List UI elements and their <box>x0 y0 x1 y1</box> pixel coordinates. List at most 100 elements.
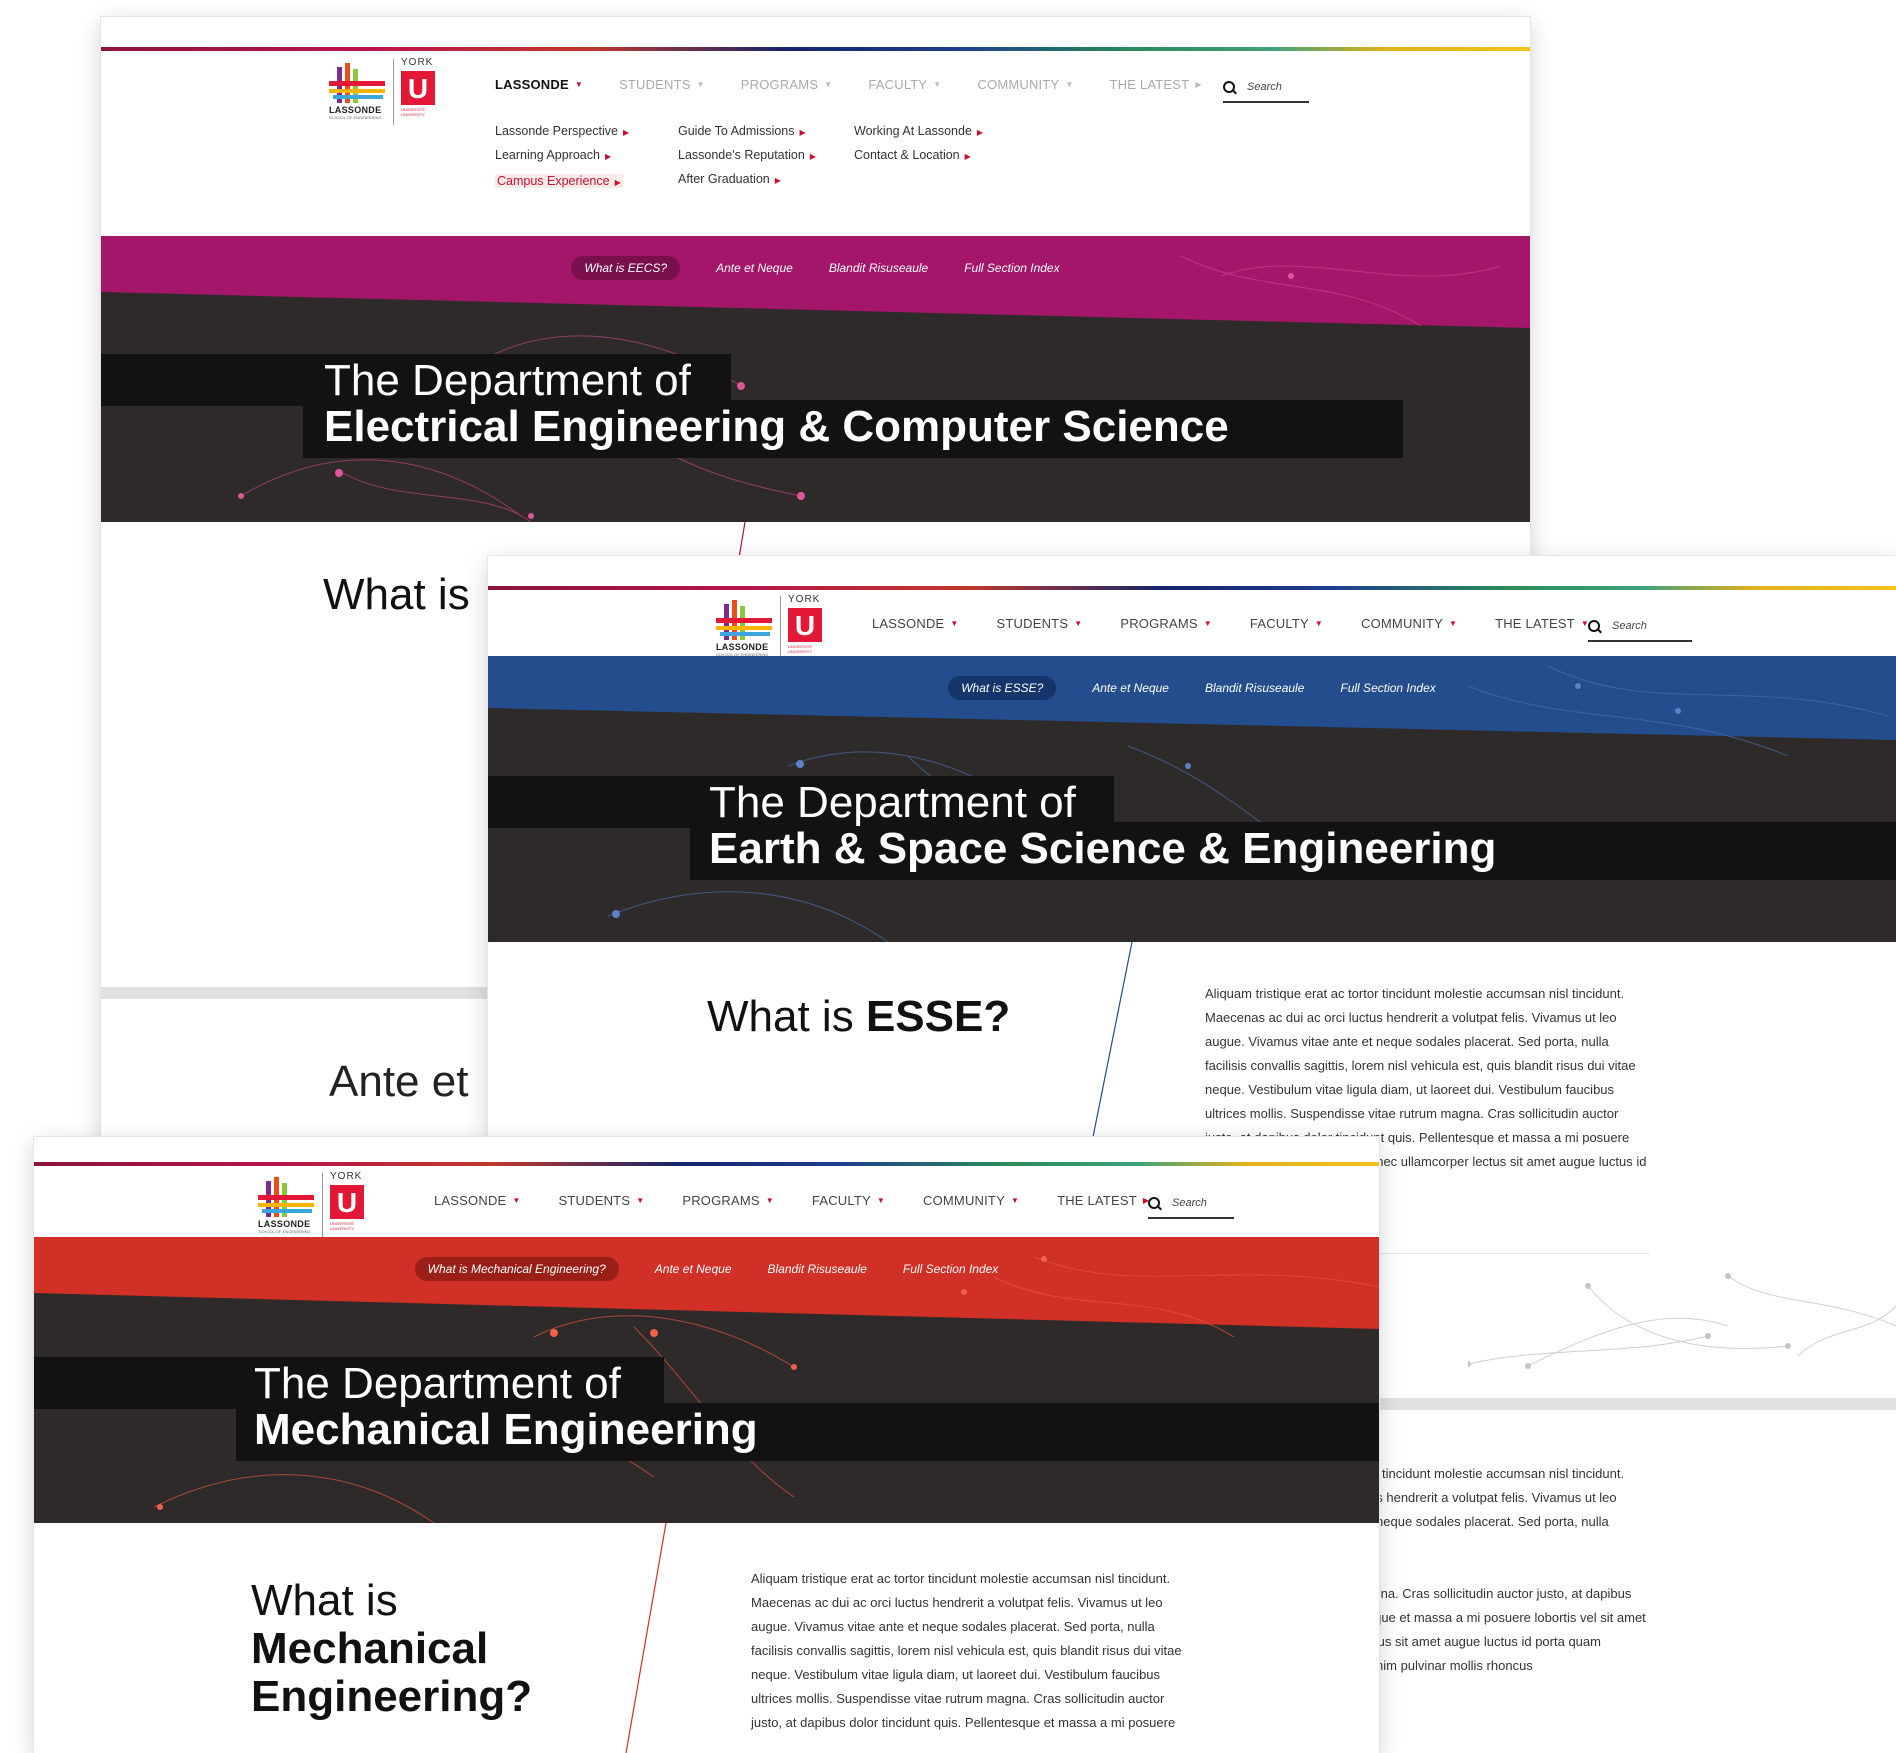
nav-label: COMMUNITY <box>1360 616 1443 631</box>
menu-contact-location[interactable]: Contact & Location ▶ <box>854 148 1004 162</box>
menu-lassondes-reputation[interactable]: Lassonde's Reputation ▶ <box>678 148 854 162</box>
nav-students[interactable]: STUDENTS ▼ <box>619 77 705 92</box>
lassonde-mega-menu: Lassonde Perspective ▶ Guide To Admission… <box>495 124 1004 190</box>
york-wordmark: YORK <box>330 1171 363 1182</box>
subnav-full-section-index[interactable]: Full Section Index <box>903 1262 998 1276</box>
what-is-prefix: What is <box>707 992 854 1041</box>
nav-community[interactable]: COMMUNITY ▼ <box>923 1193 1019 1208</box>
nav-the-latest[interactable]: THE LATEST ▶ <box>1057 1193 1149 1208</box>
menu-campus-experience[interactable]: Campus Experience ▶ <box>495 174 623 188</box>
subnav-what-is-mechanical[interactable]: What is Mechanical Engineering? <box>414 1257 619 1281</box>
arrow-right-icon: ▶ <box>604 152 612 161</box>
nav-label: STUDENTS <box>996 616 1069 631</box>
nav-label: FACULTY <box>811 1193 871 1208</box>
mech-title-main: Mechanical Engineering <box>254 1405 758 1454</box>
search-field[interactable]: Search <box>1588 612 1692 642</box>
nav-programs[interactable]: PROGRAMS ▼ <box>682 1193 774 1208</box>
search-field[interactable]: Search <box>1223 73 1309 103</box>
nav-community[interactable]: COMMUNITY ▼ <box>1361 616 1457 631</box>
caret-down-icon: ▼ <box>574 80 583 89</box>
lassonde-subtext: SCHOOL OF ENGINEERING <box>329 115 382 120</box>
menu-after-graduation[interactable]: After Graduation ▶ <box>678 172 854 190</box>
nav-label: STUDENTS <box>558 1193 631 1208</box>
search-field[interactable]: Search <box>1148 1189 1234 1219</box>
mech-page-window: LASSONDE SCHOOL OF ENGINEERING YORK U UN… <box>34 1137 1379 1753</box>
subnav-ante-et-neque[interactable]: Ante et Neque <box>1092 681 1169 695</box>
caret-down-icon: ▼ <box>512 1196 521 1205</box>
search-placeholder: Search <box>1247 81 1282 93</box>
nav-lassonde[interactable]: LASSONDE ▼ <box>434 1193 521 1208</box>
subnav-blandit-risuseaule[interactable]: Blandit Risuseaule <box>829 261 928 275</box>
network-decoration <box>1468 1273 1896 1369</box>
lassonde-wordmark: LASSONDE <box>258 1219 311 1229</box>
nav-label: LASSONDE <box>495 77 569 92</box>
lassonde-mark-icon <box>716 600 772 640</box>
arrow-right-icon: ▶ <box>976 128 984 137</box>
nav-lassonde[interactable]: LASSONDE ▼ <box>495 77 583 92</box>
menu-working-at-lassonde[interactable]: Working At Lassonde ▶ <box>854 124 1004 138</box>
nav-programs[interactable]: PROGRAMS ▼ <box>1120 616 1212 631</box>
nav-faculty[interactable]: FACULTY ▼ <box>1250 616 1323 631</box>
subnav-full-section-index[interactable]: Full Section Index <box>1340 681 1435 695</box>
arrow-right-icon: ▶ <box>799 128 806 137</box>
nav-the-latest[interactable]: THE LATEST ▼ <box>1495 616 1589 631</box>
main-nav: LASSONDE ▼ STUDENTS ▼ PROGRAMS ▼ FACULTY ▼ C… <box>495 77 1202 92</box>
search-icon <box>1148 1197 1160 1209</box>
nav-lassonde[interactable]: LASSONDE ▼ <box>872 616 959 631</box>
subnav-ante-et-neque[interactable]: Ante et Neque <box>716 261 793 275</box>
search-icon <box>1223 81 1235 93</box>
nav-label: THE LATEST <box>1109 77 1190 92</box>
caret-down-icon: ▼ <box>1074 619 1083 628</box>
nav-community[interactable]: COMMUNITY ▼ <box>977 77 1073 92</box>
nav-label: FACULTY <box>1249 616 1309 631</box>
esse-hero-banner: What is ESSE? Ante et Neque Blandit Risu… <box>488 656 1896 942</box>
arrow-right-icon: ▶ <box>623 128 630 137</box>
nav-label: PROGRAMS <box>1120 616 1198 631</box>
eecs-title-prefix: The Department of <box>324 356 691 405</box>
caret-down-icon: ▼ <box>765 1196 774 1205</box>
nav-label: THE LATEST <box>1057 1193 1137 1208</box>
caret-down-icon: ▼ <box>636 1196 645 1205</box>
what-is-acronym: ESSE? <box>865 992 1011 1041</box>
nav-programs[interactable]: PROGRAMS ▼ <box>741 77 833 92</box>
subnav-blandit-risuseaule[interactable]: Blandit Risuseaule <box>768 1262 867 1276</box>
nav-students[interactable]: STUDENTS ▼ <box>559 1193 645 1208</box>
nav-label: COMMUNITY <box>977 77 1060 92</box>
caret-down-icon: ▼ <box>1010 1196 1020 1205</box>
menu-label: Campus Experience <box>497 174 610 188</box>
mech-title-prefix: The Department of <box>254 1359 621 1408</box>
nav-students[interactable]: STUDENTS ▼ <box>997 616 1083 631</box>
subnav-what-is-eecs[interactable]: What is EECS? <box>571 256 681 280</box>
menu-lassonde-perspective[interactable]: Lassonde Perspective ▶ <box>495 124 678 138</box>
york-wordmark: YORK <box>401 57 434 68</box>
mech-hero-banner: What is Mechanical Engineering? Ante et … <box>34 1237 1379 1523</box>
menu-guide-to-admissions[interactable]: Guide To Admissions ▶ <box>678 124 854 138</box>
nav-faculty[interactable]: FACULTY ▼ <box>868 77 941 92</box>
lassonde-york-logo[interactable]: LASSONDE SCHOOL OF ENGINEERING YORK U UN… <box>329 57 439 129</box>
arrow-right-icon: ▶ <box>774 176 781 185</box>
caret-down-icon: ▼ <box>933 80 942 89</box>
caret-down-icon: ▼ <box>950 619 959 628</box>
subnav-what-is-esse[interactable]: What is ESSE? <box>948 676 1057 700</box>
esse-title-prefix: The Department of <box>709 778 1076 827</box>
subnav-full-section-index[interactable]: Full Section Index <box>964 261 1059 275</box>
york-u-icon: U <box>788 608 822 642</box>
what-is-subject-line1: Mechanical <box>251 1624 489 1673</box>
menu-label: Contact & Location <box>854 148 960 162</box>
subnav-ante-et-neque[interactable]: Ante et Neque <box>655 1262 732 1276</box>
search-icon <box>1588 620 1600 632</box>
accent-diagonal-line <box>625 1523 667 1753</box>
esse-sub-nav: What is ESSE? Ante et Neque Blandit Risu… <box>488 676 1896 700</box>
what-is-prefix: What is <box>251 1576 398 1625</box>
arrow-right-icon: ▶ <box>964 152 971 161</box>
lassonde-york-logo[interactable]: LASSONDE SCHOOL OF ENGINEERING YORK U UN… <box>258 1171 368 1243</box>
brand-color-bar <box>34 1162 1379 1166</box>
subnav-blandit-risuseaule[interactable]: Blandit Risuseaule <box>1205 681 1304 695</box>
nav-the-latest[interactable]: THE LATEST ▶ <box>1110 77 1202 92</box>
caret-down-icon: ▼ <box>824 80 833 89</box>
esse-title-main: Earth & Space Science & Engineering <box>709 824 1497 873</box>
brand-color-bar <box>101 47 1530 51</box>
nav-faculty[interactable]: FACULTY ▼ <box>812 1193 885 1208</box>
nav-label: THE LATEST <box>1495 616 1575 631</box>
menu-learning-approach[interactable]: Learning Approach ▶ <box>495 148 678 162</box>
